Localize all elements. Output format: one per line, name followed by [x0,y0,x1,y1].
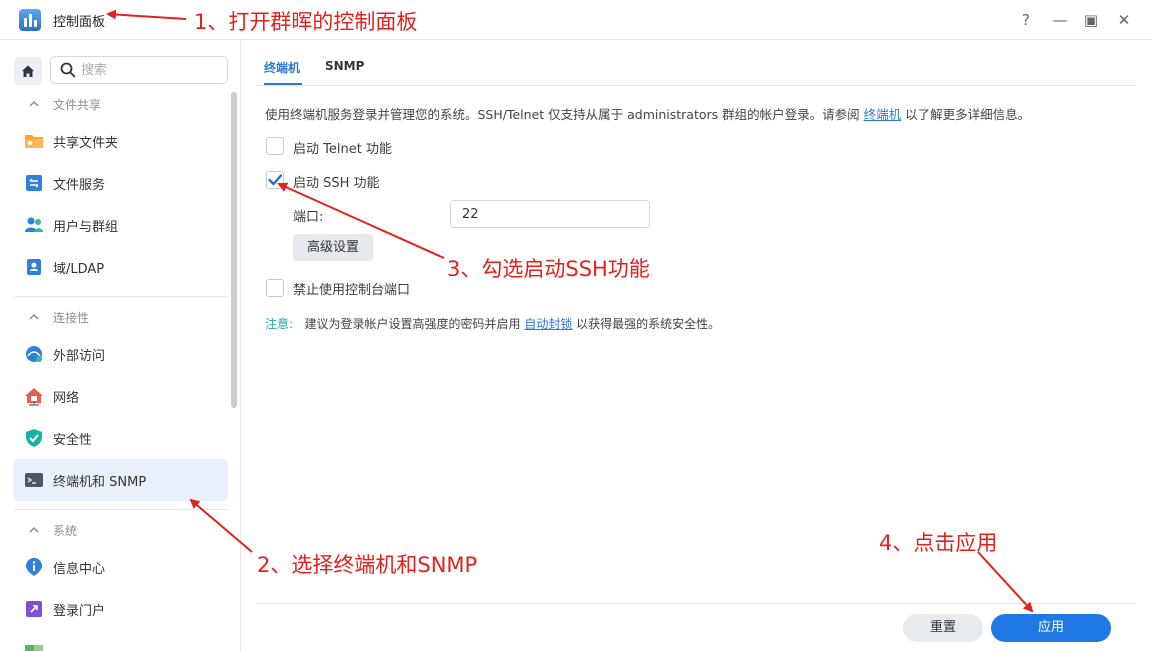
tab-snmp[interactable]: SNMP [325,59,364,73]
sidebar-divider [14,296,228,297]
title-bar: 控制面板 ? — ▣ ✕ [0,0,1152,40]
group-header-file-sharing[interactable]: 文件共享 [14,93,228,117]
sidebar-item-label: 网络 [53,391,80,406]
port-label: 端口: [293,210,324,225]
login-portal-icon [26,601,42,617]
sidebar-item-label: 终端机和 SNMP [53,475,147,490]
ssh-checkbox[interactable] [266,171,284,189]
sidebar-item-label: 用户与群组 [53,220,119,235]
sidebar-item-label: 共享文件夹 [53,136,119,151]
apply-button[interactable]: 应用 [991,614,1111,642]
sidebar-item-security[interactable]: 安全性 [13,417,228,459]
info-icon [26,558,42,576]
sidebar-item-partial[interactable] [13,632,228,651]
group-label: 文件共享 [53,98,102,112]
ssh-label: 启动 SSH 功能 [293,176,380,191]
console-port-label: 禁止使用控制台端口 [293,283,411,298]
annotation-step-2: 2、选择终端机和SNMP [257,553,478,577]
sidebar-item-label: 外部访问 [53,349,106,364]
sidebar-item-network[interactable]: 网络 [13,375,228,417]
sidebar-item-external-access[interactable]: 外部访问 [13,333,228,375]
sidebar-scrollbar[interactable] [231,92,237,408]
file-services-icon [26,175,42,191]
sidebar-item-label: 文件服务 [53,178,106,193]
telnet-label: 启动 Telnet 功能 [293,142,392,157]
auto-block-link[interactable]: 自动封锁 [524,317,572,331]
external-access-icon [26,346,42,362]
home-button[interactable] [14,57,42,85]
sidebar: 文件共享 共享文件夹 文件服务 用户与群组 域/LDAP 连接性 外部访问 网络… [0,40,241,651]
sidebar-item-domain-ldap[interactable]: 域/LDAP [13,246,228,288]
chevron-up-icon [29,100,39,107]
control-panel-app-icon [19,9,41,31]
sidebar-item-shared-folder[interactable]: 共享文件夹 [13,120,228,162]
users-icon [25,217,43,232]
sidebar-item-users-groups[interactable]: 用户与群组 [13,204,228,246]
search-box[interactable] [50,56,228,84]
group-header-connectivity[interactable]: 连接性 [14,306,228,330]
shield-icon [26,429,42,447]
console-port-checkbox[interactable] [266,279,284,297]
sidebar-item-info-center[interactable]: 信息中心 [13,546,228,588]
group-label: 系统 [53,524,78,538]
sidebar-item-file-services[interactable]: 文件服务 [13,162,228,204]
sidebar-item-label: 安全性 [53,433,93,448]
terminal-icon [25,473,43,487]
sidebar-item-login-portal[interactable]: 登录门户 [13,588,228,630]
description-text: 使用终端机服务登录并管理您的系统。SSH/Telnet 仅支持从属于 admin… [265,107,1031,122]
minimize-icon[interactable]: — [1049,9,1071,31]
maximize-icon[interactable]: ▣ [1080,9,1102,31]
search-icon [60,62,76,78]
chevron-up-icon [29,526,39,533]
group-header-system[interactable]: 系统 [14,519,228,543]
telnet-checkbox[interactable] [266,137,284,155]
folder-icon [25,135,43,148]
reset-button[interactable]: 重置 [903,614,983,642]
sidebar-item-label: 域/LDAP [53,262,105,277]
security-note: 注意: 建议为登录帐户设置高强度的密码并启用 自动封锁 以获得最强的系统安全性。 [265,317,721,331]
checkmark-icon [268,174,283,186]
help-icon[interactable]: ? [1015,9,1037,31]
terminal-help-link[interactable]: 终端机 [864,107,902,122]
sidebar-item-label: 信息中心 [53,562,106,577]
sidebar-item-label: 登录门户 [53,604,106,619]
close-icon[interactable]: ✕ [1113,9,1135,31]
window-title: 控制面板 [53,15,106,30]
tab-divider [256,85,1136,86]
annotation-step-3: 3、勾选启动SSH功能 [447,257,650,281]
tab-terminal[interactable]: 终端机 [264,59,300,76]
sidebar-divider [14,509,228,510]
annotation-step-1: 1、打开群晖的控制面板 [194,10,418,34]
advanced-settings-button[interactable]: 高级设置 [293,234,373,261]
partial-icon [25,645,43,651]
port-input[interactable] [450,200,650,228]
annotation-step-4: 4、点击应用 [879,531,998,555]
network-house-icon [25,388,43,406]
footer-divider [256,603,1136,604]
sidebar-item-terminal-snmp[interactable]: 终端机和 SNMP [13,459,228,501]
home-icon [22,65,34,77]
group-label: 连接性 [53,311,90,325]
chevron-up-icon [29,313,39,320]
search-input[interactable] [81,57,221,83]
note-label: 注意: [265,317,294,331]
id-card-icon [27,259,41,275]
